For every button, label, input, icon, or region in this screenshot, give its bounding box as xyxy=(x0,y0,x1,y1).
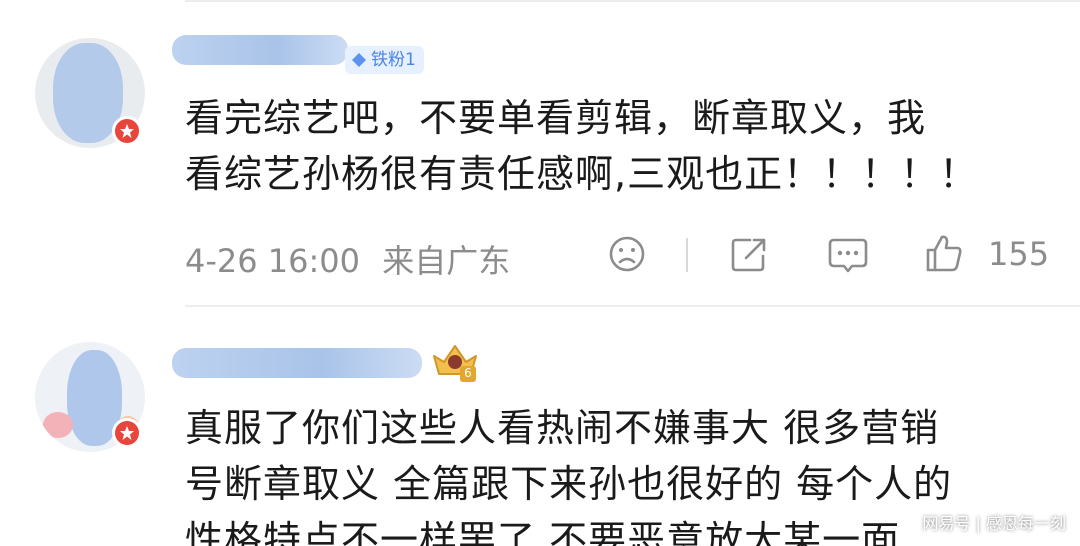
verified-badge-icon xyxy=(112,418,142,448)
level-badge: 6 xyxy=(430,340,480,384)
comment-item: 6 真服了你们这些人看热闹不嫌事大 很多营销 号断章取义 全篇跟下来孙也很好的 … xyxy=(0,306,1080,546)
comment-icon xyxy=(828,238,868,273)
watermark: 网易号 | 感恩每一刻 xyxy=(922,514,1066,533)
comment-meta: 4-26 16:00 来自广东 xyxy=(185,236,510,282)
reply-button[interactable] xyxy=(826,234,870,276)
thumbs-up-icon xyxy=(926,235,962,272)
verified-badge-icon xyxy=(112,116,142,146)
diamond-icon xyxy=(352,53,366,67)
share-button[interactable] xyxy=(728,234,770,274)
fan-badge-label: 铁粉1 xyxy=(371,50,416,70)
action-separator xyxy=(686,238,688,272)
comment-text: 看完综艺吧，不要单看剪辑，断章取义，我 看综艺孙杨很有责任感啊,三观也正！！！！… xyxy=(185,96,979,196)
timestamp: 4-26 16:00 xyxy=(185,242,361,280)
username-redacted[interactable] xyxy=(172,348,422,378)
dislike-button[interactable] xyxy=(607,234,647,274)
avatar-decoration xyxy=(43,412,73,438)
comment-feed: 铁粉1 看完综艺吧，不要单看剪辑，断章取义，我 看综艺孙杨很有责任感啊,三观也正… xyxy=(0,0,1080,546)
username-redacted[interactable] xyxy=(172,35,348,65)
share-icon xyxy=(731,238,766,272)
like-button[interactable]: 155 xyxy=(922,232,1049,276)
location: 来自广东 xyxy=(382,242,511,280)
fan-badge: 铁粉1 xyxy=(345,46,424,74)
sad-face-icon xyxy=(609,236,645,272)
like-count: 155 xyxy=(988,235,1050,273)
level-number: 6 xyxy=(464,366,472,380)
comment-item: 铁粉1 看完综艺吧，不要单看剪辑，断章取义，我 看综艺孙杨很有责任感啊,三观也正… xyxy=(0,0,1080,300)
